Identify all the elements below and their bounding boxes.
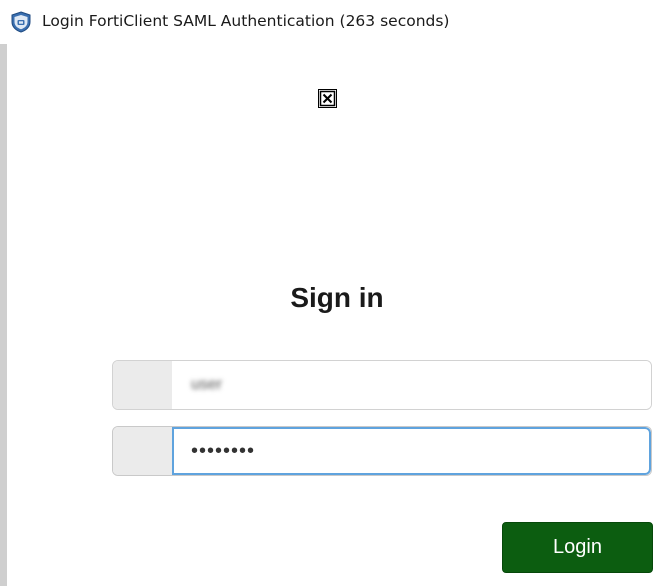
username-value: user xyxy=(191,376,223,393)
window-left-border xyxy=(0,44,7,586)
login-button[interactable]: Login xyxy=(502,522,653,573)
saml-login-window: Login FortiClient SAML Authentication (2… xyxy=(0,0,666,586)
login-page: Sign in user •••••••• Login xyxy=(7,44,666,586)
window-title: Login FortiClient SAML Authentication (2… xyxy=(42,12,450,30)
username-input-group: user xyxy=(112,360,652,410)
username-field[interactable]: user xyxy=(172,361,651,409)
password-addon xyxy=(113,427,173,475)
username-addon xyxy=(113,361,173,409)
password-value: •••••••• xyxy=(191,439,256,462)
sign-in-heading: Sign in xyxy=(290,282,384,313)
password-input-group: •••••••• xyxy=(112,426,652,476)
title-bar[interactable]: Login FortiClient SAML Authentication (2… xyxy=(0,0,666,44)
broken-image-icon xyxy=(318,89,337,108)
password-field[interactable]: •••••••• xyxy=(172,427,651,475)
forticlient-shield-icon xyxy=(11,11,31,33)
